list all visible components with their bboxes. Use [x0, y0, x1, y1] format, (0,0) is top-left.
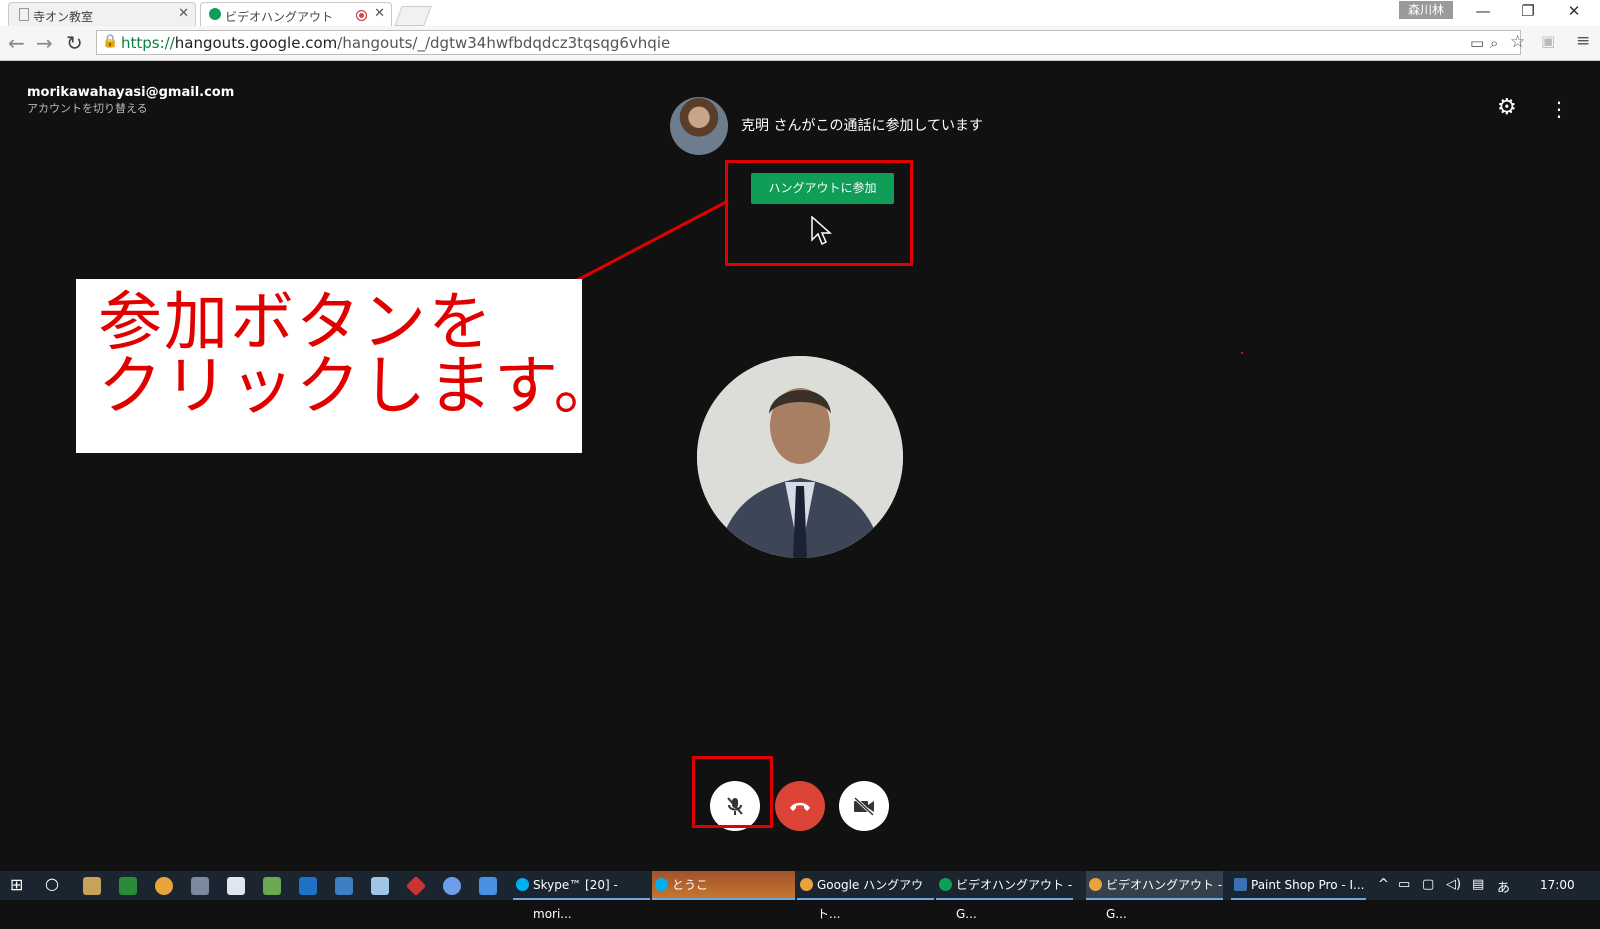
annotation-text: 参加ボタンを クリックします。 [98, 286, 620, 424]
tab-video-hangout[interactable]: ビデオハングアウト ✕ [200, 2, 392, 26]
app-icon-3[interactable] [191, 877, 209, 895]
taskbar-item-video-hangout-2[interactable]: ビデオハングアウト - G... [1086, 871, 1223, 921]
stray-dot [1241, 352, 1243, 354]
annotation-callout: 参加ボタンを クリックします。 [76, 279, 618, 453]
clock[interactable]: 17:00 [1540, 878, 1575, 892]
hangouts-icon [939, 878, 952, 891]
caller-message: 克明 さんがこの通話に参加しています [741, 118, 984, 134]
skype-icon [655, 878, 668, 891]
recording-icon [356, 10, 367, 21]
close-window-icon[interactable]: ✕ [1552, 2, 1596, 20]
chrome-icon[interactable] [155, 877, 173, 895]
back-icon[interactable]: ← [8, 31, 25, 55]
app-icon-6[interactable] [335, 877, 353, 895]
hangup-button[interactable] [775, 781, 825, 831]
more-options-icon[interactable]: ⋮ [1549, 97, 1569, 121]
zoom-icon[interactable]: ⌕ [1490, 34, 1498, 52]
battery-icon[interactable]: ▭ [1398, 877, 1410, 892]
app-icon-8[interactable] [405, 875, 427, 897]
skype-icon [516, 878, 529, 891]
app-icon-7[interactable] [371, 877, 389, 895]
windows-taskbar: ⊞ ○ Skype™ [20] - mori... とうこ Google ハング… [0, 871, 1600, 921]
chrome-icon [800, 878, 813, 891]
taskbar-item-label: とうこ [672, 878, 709, 892]
video-off-icon [853, 796, 875, 816]
participant-photo [697, 356, 903, 558]
app-icon-5[interactable] [263, 877, 281, 895]
network-icon[interactable]: ▢ [1422, 877, 1434, 892]
taskbar-item-google-hangout[interactable]: Google ハングアウト... [797, 871, 934, 921]
browser-toolbar: ← → ↻ 🔒 https://hangouts.google.com/hang… [0, 26, 1600, 61]
app-icon-9[interactable] [443, 877, 461, 895]
taskbar-item-video-hangout-1[interactable]: ビデオハングアウト - G... [936, 871, 1073, 921]
lock-icon: 🔒 [102, 34, 119, 49]
camera-icon[interactable]: ▭ [1470, 34, 1484, 52]
reload-icon[interactable]: ↻ [66, 31, 83, 55]
forward-icon[interactable]: → [36, 31, 53, 55]
phone-hangup-icon [790, 802, 810, 811]
app-icon-10[interactable] [479, 877, 497, 895]
bookmark-star-icon[interactable]: ☆ [1510, 32, 1525, 52]
new-tab-button[interactable] [394, 6, 432, 26]
app-icon-2[interactable] [119, 877, 137, 895]
url-text: https://hangouts.google.com/hangouts/_/d… [121, 34, 671, 52]
rss-icon[interactable]: ▣ [1541, 32, 1555, 50]
windows-start-icon[interactable]: ⊞ [10, 875, 23, 894]
participant-photo-image [697, 356, 903, 558]
notification-icon[interactable]: ▤ [1472, 877, 1484, 892]
close-tab-icon[interactable]: ✕ [374, 6, 385, 21]
tab-label: 寺オン教室 [33, 10, 94, 24]
chevron-up-icon[interactable]: ^ [1378, 877, 1389, 892]
profile-badge[interactable]: 森川林 [1399, 1, 1453, 19]
paint-shop-icon [1234, 878, 1247, 891]
browser-tab-strip: 寺オン教室 ✕ ビデオハングアウト ✕ 森川林 — ❐ ✕ [0, 0, 1600, 26]
app-icon-1[interactable] [83, 877, 101, 895]
close-tab-icon[interactable]: ✕ [178, 6, 189, 21]
taskbar-item-touko[interactable]: とうこ [652, 871, 795, 900]
settings-icon[interactable]: ⚙ [1497, 95, 1517, 120]
edge-icon[interactable] [299, 877, 317, 895]
video-off-button[interactable] [839, 781, 889, 831]
ime-indicator[interactable]: あ [1497, 877, 1510, 896]
mouse-pointer-icon [811, 216, 832, 246]
hangout-page: morikawahayasi@gmail.com アカウントを切り替える 克明 … [0, 61, 1600, 871]
restore-icon[interactable]: ❐ [1506, 2, 1550, 20]
taskbar-item-paint-shop[interactable]: Paint Shop Pro - I... [1231, 871, 1366, 900]
cortana-icon[interactable]: ○ [45, 874, 59, 893]
app-icon-4[interactable] [227, 877, 245, 895]
taskbar-item-label: Paint Shop Pro - I... [1251, 878, 1365, 892]
tab-label: ビデオハングアウト [225, 10, 334, 24]
minimize-icon[interactable]: — [1461, 2, 1505, 20]
page-icon [19, 8, 29, 21]
mute-highlight-box [692, 756, 773, 828]
address-bar[interactable]: 🔒 https://hangouts.google.com/hangouts/_… [96, 30, 1525, 55]
menu-icon[interactable]: ≡ [1576, 31, 1590, 51]
tab-teraon[interactable]: 寺オン教室 ✕ [8, 2, 196, 26]
chrome-icon [1089, 878, 1102, 891]
taskbar-item-skype[interactable]: Skype™ [20] - mori... [513, 871, 650, 921]
volume-icon[interactable]: ◁) [1446, 877, 1461, 892]
hangouts-icon [209, 8, 221, 20]
